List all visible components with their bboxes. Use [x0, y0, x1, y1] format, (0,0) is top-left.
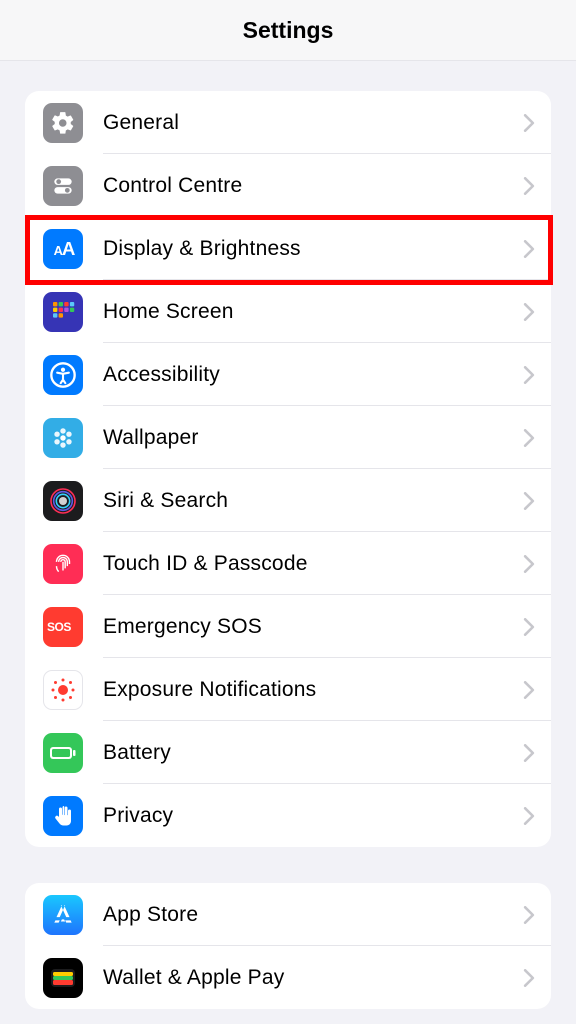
- row-accessibility-label: Accessibility: [103, 363, 523, 387]
- row-siri-search[interactable]: Siri & Search: [25, 469, 551, 532]
- row-app-store-label: App Store: [103, 903, 523, 927]
- page-title: Settings: [243, 17, 334, 44]
- battery-icon: [43, 733, 83, 773]
- settings-group-2: App Store Wallet & Apple Pay: [25, 883, 551, 1009]
- chevron-right-icon: [523, 303, 535, 321]
- row-app-store[interactable]: App Store: [25, 883, 551, 946]
- row-battery[interactable]: Battery: [25, 721, 551, 784]
- row-battery-label: Battery: [103, 741, 523, 765]
- chevron-right-icon: [523, 492, 535, 510]
- chevron-right-icon: [523, 807, 535, 825]
- chevron-right-icon: [523, 744, 535, 762]
- row-home-screen[interactable]: Home Screen: [25, 280, 551, 343]
- row-general-label: General: [103, 111, 523, 135]
- home-grid-icon: [43, 292, 83, 332]
- row-control-centre-label: Control Centre: [103, 174, 523, 198]
- row-exposure-notifications[interactable]: Exposure Notifications: [25, 658, 551, 721]
- chevron-right-icon: [523, 681, 535, 699]
- row-display-brightness[interactable]: AA Display & Brightness: [25, 217, 551, 280]
- chevron-right-icon: [523, 240, 535, 258]
- chevron-right-icon: [523, 177, 535, 195]
- row-control-centre[interactable]: Control Centre: [25, 154, 551, 217]
- chevron-right-icon: [523, 618, 535, 636]
- row-wallpaper[interactable]: Wallpaper: [25, 406, 551, 469]
- chevron-right-icon: [523, 114, 535, 132]
- row-touch-id-label: Touch ID & Passcode: [103, 552, 523, 576]
- fingerprint-icon: [43, 544, 83, 584]
- chevron-right-icon: [523, 555, 535, 573]
- row-emergency-sos-label: Emergency SOS: [103, 615, 523, 639]
- hand-icon: [43, 796, 83, 836]
- settings-content: General Control Centre AA Display & Brig…: [0, 61, 576, 1009]
- siri-icon: [43, 481, 83, 521]
- text-size-icon: AA: [43, 229, 83, 269]
- row-privacy-label: Privacy: [103, 804, 523, 828]
- accessibility-icon: [43, 355, 83, 395]
- flower-icon: [43, 418, 83, 458]
- row-touch-id-passcode[interactable]: Touch ID & Passcode: [25, 532, 551, 595]
- gear-icon: [43, 103, 83, 143]
- chevron-right-icon: [523, 969, 535, 987]
- header: Settings: [0, 0, 576, 61]
- row-general[interactable]: General: [25, 91, 551, 154]
- svg-text:A: A: [62, 237, 75, 258]
- wallet-icon: [43, 958, 83, 998]
- chevron-right-icon: [523, 906, 535, 924]
- sos-icon: SOS: [43, 607, 83, 647]
- settings-group-1: General Control Centre AA Display & Brig…: [25, 91, 551, 847]
- app-store-icon: [43, 895, 83, 935]
- chevron-right-icon: [523, 429, 535, 447]
- row-home-screen-label: Home Screen: [103, 300, 523, 324]
- row-privacy[interactable]: Privacy: [25, 784, 551, 847]
- row-exposure-label: Exposure Notifications: [103, 678, 523, 702]
- svg-text:SOS: SOS: [47, 620, 71, 634]
- row-accessibility[interactable]: Accessibility: [25, 343, 551, 406]
- toggles-icon: [43, 166, 83, 206]
- row-wallet-label: Wallet & Apple Pay: [103, 966, 523, 990]
- row-wallet-apple-pay[interactable]: Wallet & Apple Pay: [25, 946, 551, 1009]
- row-emergency-sos[interactable]: SOS Emergency SOS: [25, 595, 551, 658]
- row-wallpaper-label: Wallpaper: [103, 426, 523, 450]
- row-display-brightness-label: Display & Brightness: [103, 237, 523, 261]
- exposure-icon: [43, 670, 83, 710]
- row-siri-search-label: Siri & Search: [103, 489, 523, 513]
- chevron-right-icon: [523, 366, 535, 384]
